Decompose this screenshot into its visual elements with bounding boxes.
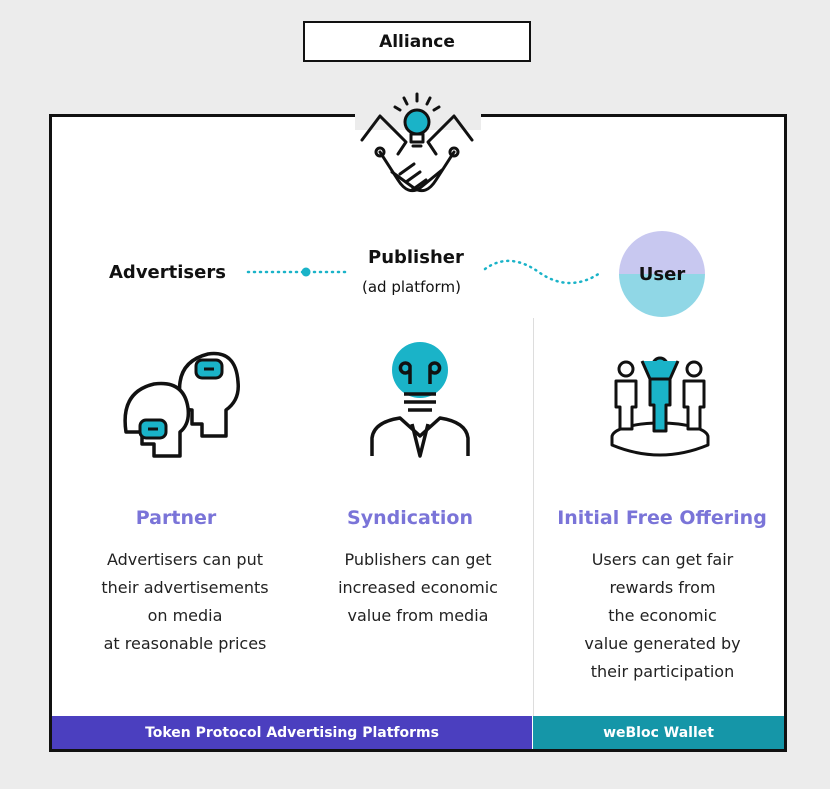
publisher-user-connector: [483, 259, 602, 285]
column-divider: [533, 318, 534, 716]
syndication-description: Publishers can get increased economic va…: [313, 546, 523, 630]
advertisers-publisher-connector: [246, 267, 350, 277]
offering-line: the economic: [608, 606, 717, 625]
initial-free-offering-description: Users can get fair rewards from the econ…: [555, 546, 770, 686]
publisher-label: Publisher: [368, 247, 464, 268]
footer-right-bar: weBloc Wallet: [533, 716, 784, 749]
offering-line: Users can get fair: [591, 550, 734, 569]
offering-line: rewards from: [609, 578, 716, 597]
offering-line: value generated by: [584, 634, 741, 653]
advertisers-heads-icon: [123, 351, 240, 458]
footer-left-bar: Token Protocol Advertising Platforms: [52, 716, 532, 749]
user-node: User: [619, 231, 705, 317]
publisher-lightbulb-icon: [370, 342, 470, 458]
syndication-line: value from media: [347, 606, 489, 625]
initial-free-offering-heading: Initial Free Offering: [557, 507, 767, 529]
syndication-heading: Syndication: [347, 507, 473, 529]
partner-line: at reasonable prices: [103, 634, 267, 653]
users-podium-icon: [610, 356, 710, 457]
advertisers-label: Advertisers: [109, 262, 226, 283]
partner-line: on media: [147, 606, 223, 625]
syndication-line: Publishers can get: [344, 550, 492, 569]
syndication-line: increased economic: [338, 578, 498, 597]
handshake-lightbulb-icon: [360, 92, 474, 193]
partner-line: their advertisements: [101, 578, 269, 597]
offering-line: their participation: [590, 662, 735, 681]
partner-heading: Partner: [135, 507, 217, 529]
partner-description: Advertisers can put their advertisements…: [80, 546, 290, 658]
publisher-sublabel: (ad platform): [362, 278, 461, 296]
partner-line: Advertisers can put: [106, 550, 263, 569]
alliance-title: Alliance: [303, 21, 531, 62]
